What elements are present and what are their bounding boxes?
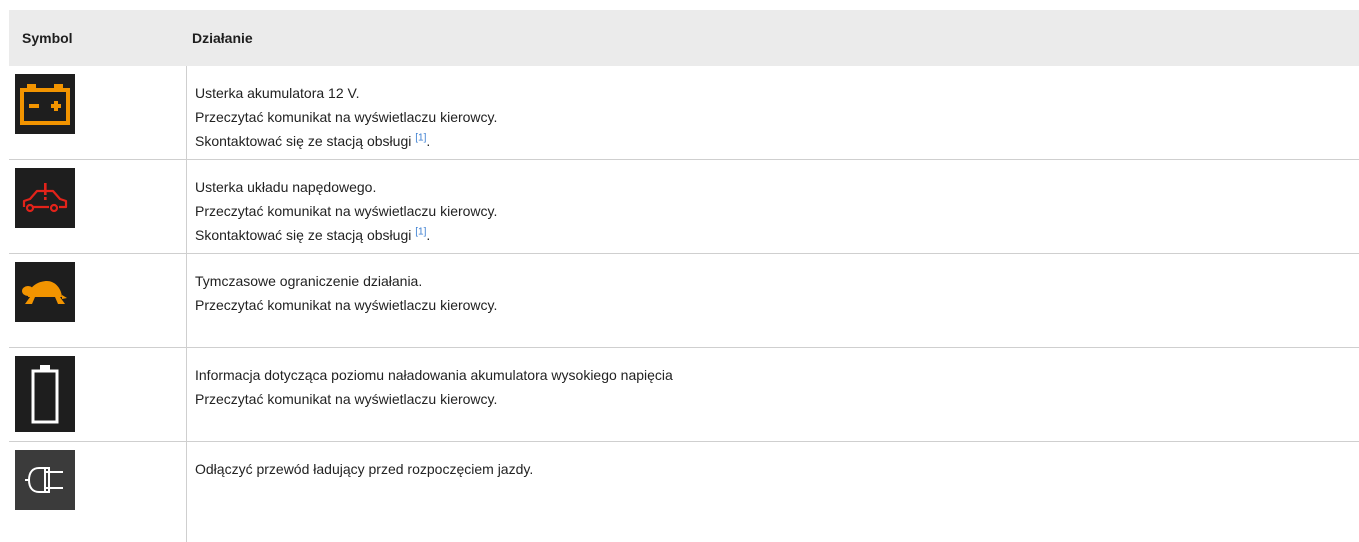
- warning-symbols-table: Symbol Działanie Usterka akumulatora 12 …: [9, 10, 1359, 542]
- action-text: Usterka akumulatora 12 V.: [195, 85, 360, 101]
- powertrain-fault-icon: [15, 168, 75, 228]
- action-text: Odłączyć przewód ładujący przed rozpoczę…: [195, 461, 534, 477]
- action-text: Tymczasowe ograniczenie działania.: [195, 273, 423, 289]
- table-row: Informacja dotycząca poziomu naładowania…: [9, 348, 1359, 442]
- contact-text: Skontaktować się ze stacją obsługi: [195, 227, 416, 243]
- action-text: Informacja dotycząca poziomu naładowania…: [195, 367, 673, 383]
- symbol-cell: [9, 442, 187, 542]
- charging-cable-plug-icon: [15, 450, 75, 510]
- action-text: Przeczytać komunikat na wyświetlaczu kie…: [195, 203, 498, 219]
- table-row: Tymczasowe ograniczenie działania. Przec…: [9, 254, 1359, 348]
- action-contact-text: Skontaktować się ze stacją obsługi [1].: [195, 129, 497, 153]
- footnote-link[interactable]: [1]: [415, 226, 426, 237]
- action-cell: Usterka akumulatora 12 V. Przeczytać kom…: [187, 66, 497, 159]
- action-contact-text: Skontaktować się ze stacją obsługi [1].: [195, 223, 497, 247]
- symbol-cell: [9, 66, 187, 159]
- action-text: Przeczytać komunikat na wyświetlaczu kie…: [195, 297, 498, 313]
- table-row: Usterka układu napędowego. Przeczytać ko…: [9, 160, 1359, 254]
- table-header: Symbol Działanie: [9, 10, 1359, 66]
- symbol-cell: [9, 348, 187, 441]
- column-header-action: Działanie: [192, 30, 253, 46]
- symbol-cell: [9, 254, 187, 347]
- action-cell: Odłączyć przewód ładujący przed rozpoczę…: [187, 442, 533, 542]
- table-row: Usterka akumulatora 12 V. Przeczytać kom…: [9, 66, 1359, 160]
- table-row: Odłączyć przewód ładujący przed rozpoczę…: [9, 442, 1359, 542]
- action-cell: Usterka układu napędowego. Przeczytać ko…: [187, 160, 497, 253]
- action-cell: Informacja dotycząca poziomu naładowania…: [187, 348, 673, 441]
- battery-12v-warning-icon: [15, 74, 75, 134]
- action-cell: Tymczasowe ograniczenie działania. Przec…: [187, 254, 497, 347]
- column-header-symbol: Symbol: [22, 30, 73, 46]
- contact-end: .: [426, 227, 431, 243]
- action-text: Przeczytać komunikat na wyświetlaczu kie…: [195, 391, 498, 407]
- symbol-cell: [9, 160, 187, 253]
- contact-text: Skontaktować się ze stacją obsługi: [195, 133, 416, 149]
- turtle-limited-performance-icon: [15, 262, 75, 322]
- contact-end: .: [426, 133, 431, 149]
- footnote-link[interactable]: [1]: [415, 132, 426, 143]
- action-text: Usterka układu napędowego.: [195, 179, 377, 195]
- high-voltage-battery-level-icon: [15, 356, 75, 432]
- action-text: Przeczytać komunikat na wyświetlaczu kie…: [195, 109, 498, 125]
